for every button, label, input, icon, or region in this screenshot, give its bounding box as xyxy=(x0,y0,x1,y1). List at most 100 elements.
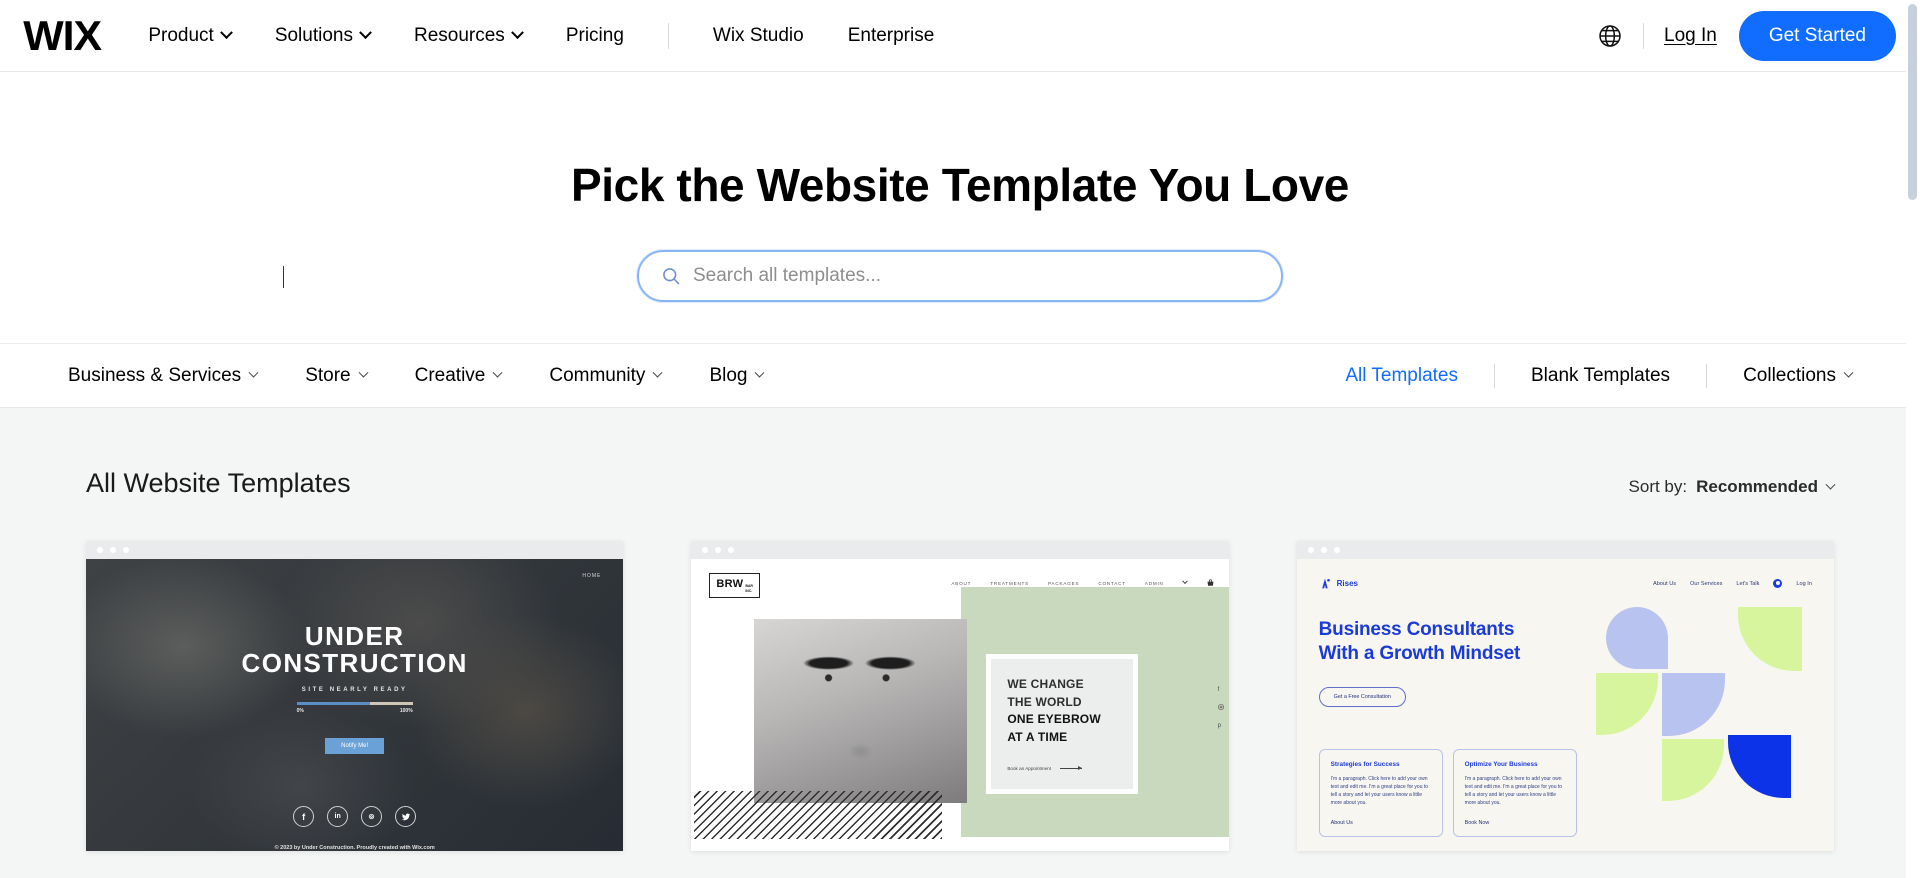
preview-logo-name: Rises xyxy=(1336,579,1359,588)
instagram-icon xyxy=(361,806,383,827)
preview-logo-sub: BAR INC. xyxy=(745,584,753,593)
instagram-icon xyxy=(1218,704,1224,712)
rises-preview: Rises About Us Our Services Let's Talk L… xyxy=(1296,559,1834,851)
category-store[interactable]: Store xyxy=(305,364,369,387)
nav-item-solutions[interactable]: Solutions xyxy=(253,25,392,47)
preview-nav-lets-talk: Let's Talk xyxy=(1736,580,1760,587)
preview-headline-line4: AT A TIME xyxy=(1007,729,1068,744)
template-card-brw-bar[interactable]: BRW BAR INC. ABOUT TREATMENTS PACKAGES C… xyxy=(691,541,1229,851)
template-card-under-construction[interactable]: HOME UNDER CONSTRUCTION SITE NEARLY READ… xyxy=(86,541,624,851)
category-blog[interactable]: Blog xyxy=(709,365,765,387)
rises-logo-icon xyxy=(1319,577,1332,590)
preview-progress-fill xyxy=(296,702,370,705)
nav-item-enterprise[interactable]: Enterprise xyxy=(826,25,957,47)
preview-headline-box: WE CHANGE THE WORLD ONE EYEBROW AT A TIM… xyxy=(986,654,1139,794)
preview-logo: BRW BAR INC. xyxy=(709,573,760,599)
nav-item-product-label: Product xyxy=(148,24,214,46)
tab-collections[interactable]: Collections xyxy=(1743,364,1854,387)
tab-blank-templates[interactable]: Blank Templates xyxy=(1531,365,1670,387)
browser-dot-icon xyxy=(1307,547,1314,553)
chevron-down-icon xyxy=(359,26,372,40)
shape-lime-quarter-left xyxy=(1595,673,1658,735)
sort-by-dropdown[interactable]: Sort by: Recommended xyxy=(1628,477,1836,497)
content-header: All Website Templates Sort by: Recommend… xyxy=(86,408,1836,499)
tab-divider xyxy=(1494,363,1495,388)
avatar-icon xyxy=(1773,579,1783,588)
preview-side-socials: f p xyxy=(1218,687,1224,729)
preview-headline-line2: With a Growth Mindset xyxy=(1318,643,1521,665)
category-filter-bar: Business & Services Store Creative Commu… xyxy=(0,344,1920,408)
preview-logo-main: BRW xyxy=(716,578,744,590)
globe-icon[interactable] xyxy=(1597,23,1623,49)
preview-decorative-shapes xyxy=(1595,607,1814,815)
chevron-down-icon xyxy=(510,26,524,40)
preview-progress-max: 100% xyxy=(399,708,413,714)
category-store-label: Store xyxy=(305,364,351,386)
preview-feature-title: Strategies for Success xyxy=(1330,760,1400,768)
tab-divider xyxy=(1706,363,1708,388)
hero-section: Pick the Website Template You Love Searc… xyxy=(0,72,1920,344)
nav-item-pricing[interactable]: Pricing xyxy=(544,25,646,47)
preview-nav-treatments: TREATMENTS xyxy=(990,581,1030,586)
template-preview: Rises About Us Our Services Let's Talk L… xyxy=(1296,559,1834,851)
preview-headline-line1: Business Consultants xyxy=(1318,619,1515,640)
text-caret xyxy=(282,266,284,288)
chevron-down-icon xyxy=(755,367,765,378)
preview-logo-sub-line1: BAR xyxy=(745,584,753,588)
nav-item-resources[interactable]: Resources xyxy=(392,25,544,47)
preview-headline: UNDER CONSTRUCTION xyxy=(242,621,468,677)
preview-headline: WE CHANGE THE WORLD ONE EYEBROW AT A TIM… xyxy=(1007,676,1117,746)
section-title: All Website Templates xyxy=(86,468,351,498)
category-community[interactable]: Community xyxy=(549,365,663,387)
category-business-and-services[interactable]: Business & Services xyxy=(68,364,259,387)
preview-social-links: f in xyxy=(293,806,417,827)
preview-feature-paragraph: I'm a paragraph. Click here to add your … xyxy=(1330,775,1429,806)
nav-item-pricing-label: Pricing xyxy=(565,24,624,46)
under-construction-preview: HOME UNDER CONSTRUCTION SITE NEARLY READ… xyxy=(86,559,624,851)
search-placeholder-text: Search all templates... xyxy=(693,265,881,286)
browser-dot-icon xyxy=(728,547,735,553)
browser-dot-icon xyxy=(1333,547,1340,553)
wix-logo[interactable]: WIX xyxy=(23,14,102,57)
cart-icon xyxy=(1206,579,1215,588)
arrow-right-icon xyxy=(1060,766,1082,771)
scrollbar-thumb[interactable] xyxy=(1908,4,1917,200)
preview-portrait-image xyxy=(754,619,968,803)
preview-headline-line2: THE WORLD xyxy=(1007,694,1082,709)
get-started-button[interactable]: Get Started xyxy=(1738,10,1896,61)
nav-item-product[interactable]: Product xyxy=(148,25,252,47)
search-input[interactable]: Search all templates... xyxy=(282,250,1283,302)
twitter-icon xyxy=(395,806,417,827)
tab-collections-label: Collections xyxy=(1743,364,1836,386)
browser-dot-icon xyxy=(110,547,116,553)
sort-by-label: Sort by: xyxy=(1628,477,1688,496)
browser-chrome-bar xyxy=(691,541,1229,559)
category-creative[interactable]: Creative xyxy=(414,364,503,387)
primary-nav-links: Product Solutions Resources Pricing Wix … xyxy=(148,22,957,49)
chevron-down-icon xyxy=(1825,479,1836,490)
browser-dot-icon xyxy=(97,547,103,553)
preview-nav-home: HOME xyxy=(582,573,602,579)
chevron-down-icon xyxy=(219,26,233,40)
shape-lime-quarter-bottom xyxy=(1661,739,1724,801)
template-grid: HOME UNDER CONSTRUCTION SITE NEARLY READ… xyxy=(86,541,1834,851)
nav-item-wix-studio-label: Wix Studio xyxy=(712,24,804,46)
nav-divider xyxy=(1643,22,1644,49)
tab-all-templates[interactable]: All Templates xyxy=(1345,365,1458,387)
preview-logo-sub-line2: INC. xyxy=(745,588,753,593)
category-business-and-services-label: Business & Services xyxy=(68,364,242,386)
page-scrollbar[interactable] xyxy=(1906,0,1920,878)
preview-header: Rises About Us Our Services Let's Talk L… xyxy=(1319,577,1812,590)
page-title: Pick the Website Template You Love xyxy=(571,159,1349,211)
browser-chrome-bar xyxy=(1296,541,1834,559)
preview-nav-packages: PACKAGES xyxy=(1048,581,1080,586)
nav-item-wix-studio[interactable]: Wix Studio xyxy=(691,25,826,47)
browser-dot-icon xyxy=(715,547,722,553)
nav-divider xyxy=(667,22,669,49)
category-creative-label: Creative xyxy=(414,364,486,386)
preview-headline-line1: UNDER xyxy=(304,621,405,651)
login-link[interactable]: Log In xyxy=(1664,25,1717,47)
template-type-tabs: All Templates Blank Templates Collection… xyxy=(1345,363,1854,388)
nav-item-resources-label: Resources xyxy=(413,24,505,46)
template-card-rises-consultants[interactable]: Rises About Us Our Services Let's Talk L… xyxy=(1296,541,1834,851)
